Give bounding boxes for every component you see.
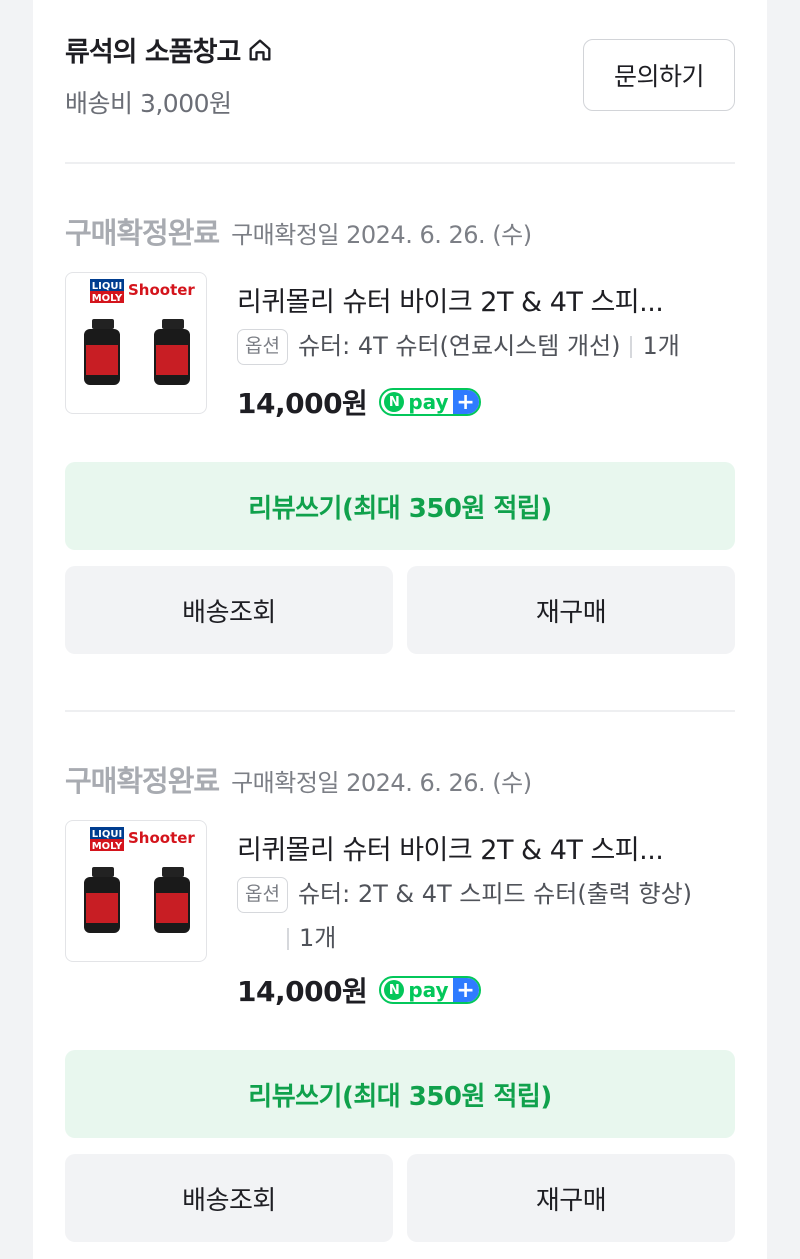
seller-header[interactable]: 류석의 소품창고 — [65, 30, 274, 69]
track-delivery-button[interactable]: 배송조회 — [65, 566, 393, 654]
price: 14,000원 — [237, 975, 368, 1008]
rebuy-button[interactable]: 재구매 — [407, 1154, 735, 1242]
product-thumbnail[interactable]: LIQUI MOLY Shooter — [65, 820, 207, 962]
npay-label: pay — [408, 978, 449, 1002]
plus-icon: + — [452, 390, 479, 414]
product-name[interactable]: 리퀴몰리 슈터 바이크 2T & 4T 스피... — [237, 828, 737, 867]
order-confirm-date: 구매확정일 2024. 6. 26. (수) — [231, 769, 532, 797]
price-row: 14,000원 N pay + — [237, 970, 481, 1010]
rebuy-button[interactable]: 재구매 — [407, 566, 735, 654]
shipping-fee: 배송비 3,000원 — [65, 89, 232, 118]
npay-label: pay — [408, 390, 449, 414]
order-card: 류석의 소품창고 배송비 3,000원 문의하기 구매확정완료 구매확정일 20… — [33, 0, 767, 1259]
inquiry-button[interactable]: 문의하기 — [583, 39, 735, 111]
svg-text:LIQUI: LIQUI — [92, 829, 122, 840]
quantity: 1개 — [642, 332, 680, 360]
price-row: 14,000원 N pay + — [237, 382, 481, 422]
svg-text:MOLY: MOLY — [92, 841, 123, 852]
option-badge: 옵션 — [237, 329, 288, 365]
npay-n-icon: N — [384, 392, 405, 412]
divider — [65, 162, 735, 164]
product-name[interactable]: 리퀴몰리 슈터 바이크 2T & 4T 스피... — [237, 280, 737, 319]
product-option: 옵션 슈터: 4T 슈터(연료시스템 개선) 1개 — [237, 324, 737, 368]
home-icon — [249, 39, 271, 60]
order-status: 구매확정완료 — [65, 216, 220, 250]
track-delivery-button[interactable]: 배송조회 — [65, 1154, 393, 1242]
npay-plus-badge: N pay + — [379, 976, 481, 1004]
order-status: 구매확정완료 — [65, 764, 220, 798]
separator — [287, 928, 289, 950]
svg-text:LIQUI: LIQUI — [92, 281, 122, 292]
product-thumbnail[interactable]: LIQUI MOLY Shooter — [65, 272, 207, 414]
price: 14,000원 — [237, 387, 368, 420]
svg-text:Shooter: Shooter — [128, 829, 195, 847]
order-status-line: 구매확정완료 구매확정일 2024. 6. 26. (수) — [65, 758, 532, 800]
option-badge: 옵션 — [237, 877, 288, 913]
svg-text:Shooter: Shooter — [128, 281, 195, 299]
npay-n-icon: N — [384, 980, 405, 1000]
product-image: LIQUI MOLY Shooter — [84, 279, 195, 385]
divider — [65, 710, 735, 712]
option-text: 슈터: 2T & 4T 스피드 슈터(출력 향상) — [297, 880, 693, 908]
order-status-line: 구매확정완료 구매확정일 2024. 6. 26. (수) — [65, 210, 532, 252]
order-card-content: 류석의 소품창고 배송비 3,000원 문의하기 구매확정완료 구매확정일 20… — [65, 0, 735, 1259]
product-option: 옵션 슈터: 2T & 4T 스피드 슈터(출력 향상) 1개 — [237, 872, 737, 960]
quantity: 1개 — [299, 924, 337, 952]
svg-text:MOLY: MOLY — [92, 293, 123, 304]
product-image: LIQUI MOLY Shooter — [84, 827, 195, 933]
option-text: 슈터: 4T 슈터(연료시스템 개선) — [297, 332, 621, 360]
separator — [630, 336, 633, 358]
plus-icon: + — [452, 978, 479, 1002]
seller-name[interactable]: 류석의 소품창고 — [65, 30, 241, 69]
npay-plus-badge: N pay + — [379, 388, 481, 416]
order-confirm-date: 구매확정일 2024. 6. 26. (수) — [231, 221, 532, 249]
write-review-button[interactable]: 리뷰쓰기(최대 350원 적립) — [65, 462, 735, 550]
write-review-button[interactable]: 리뷰쓰기(최대 350원 적립) — [65, 1050, 735, 1138]
